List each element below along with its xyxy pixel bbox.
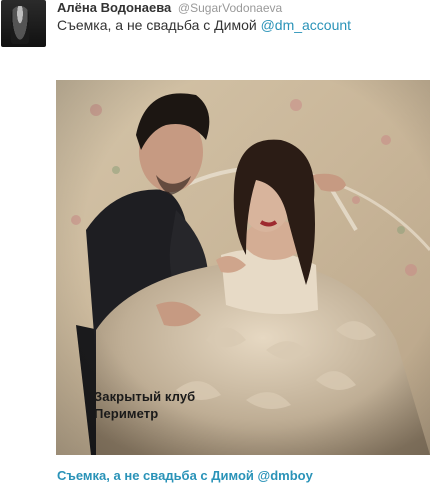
mention-link[interactable]: @dm_account xyxy=(261,17,351,33)
author-name[interactable]: Алёна Водонаева xyxy=(57,0,171,15)
tweet-photo[interactable]: Закрытый клуб Периметр xyxy=(56,80,430,455)
photo-watermark: Закрытый клуб Периметр xyxy=(94,388,195,422)
photo-caption-link[interactable]: Съемка, а не свадьба с Димой @dmboy xyxy=(57,468,313,483)
avatar-portrait xyxy=(11,6,29,44)
tweet-header: Алёна Водонаева @SugarVodonaeva xyxy=(57,0,432,16)
watermark-line-2: Периметр xyxy=(94,406,159,421)
author-handle[interactable]: @SugarVodonaeva xyxy=(178,1,282,15)
author-avatar[interactable] xyxy=(1,0,46,47)
tweet-text: Съемка, а не свадьба с Димой @dm_account xyxy=(57,16,351,34)
tweet-text-body: Съемка, а не свадьба с Димой xyxy=(57,17,261,33)
watermark-line-1: Закрытый клуб xyxy=(94,389,196,404)
